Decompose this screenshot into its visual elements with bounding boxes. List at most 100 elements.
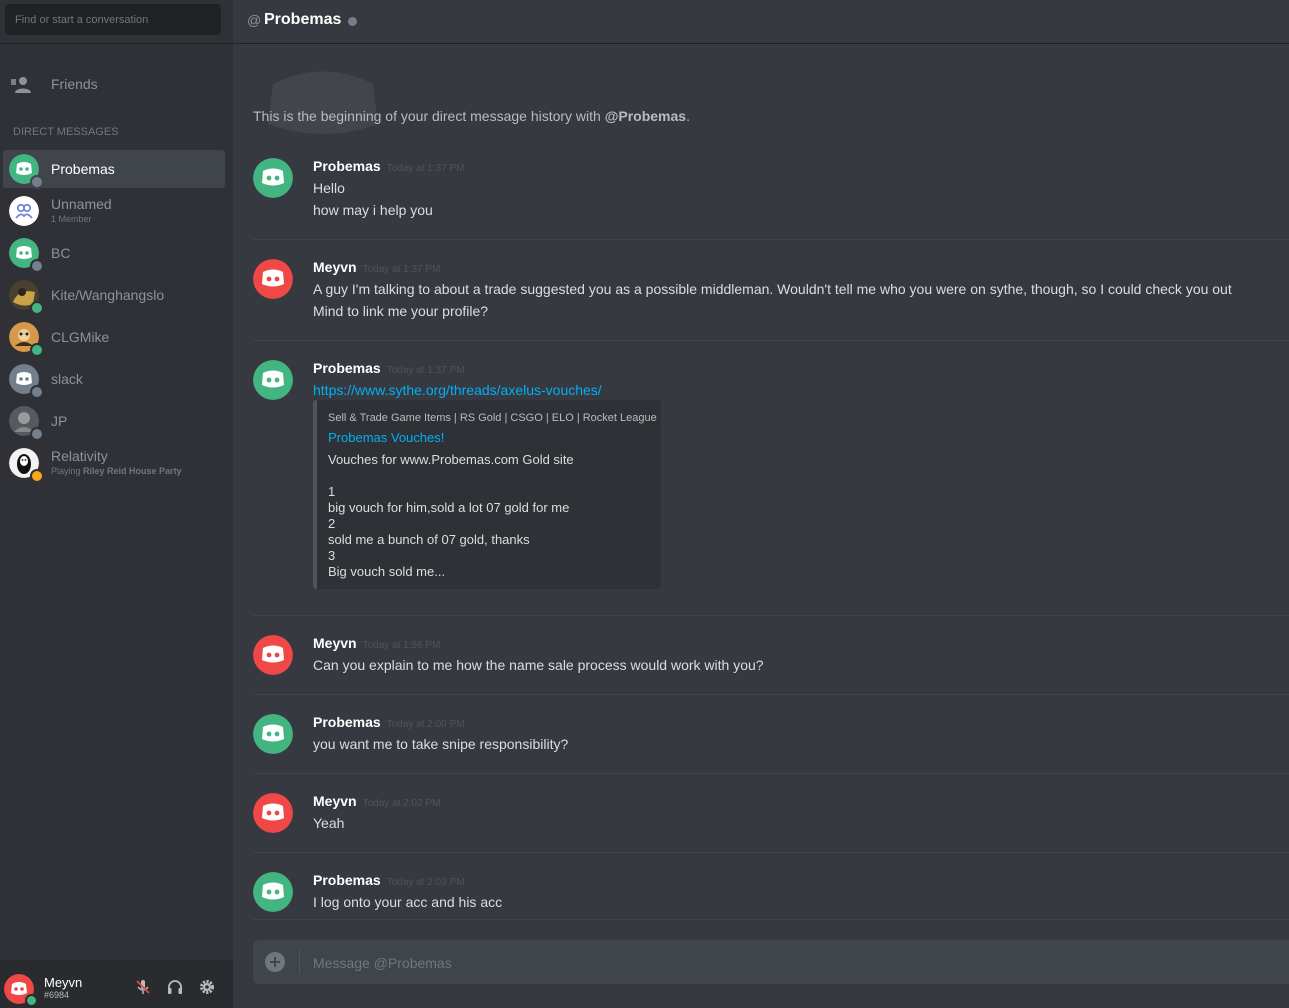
embed-description-line: Vouches for www.Probemas.com Gold site	[328, 452, 574, 467]
friends-nav-item[interactable]: Friends	[0, 66, 233, 104]
embed-description-line: big vouch for him,sold a lot 07 gold for…	[328, 500, 570, 515]
message-author[interactable]: Meyvn Today at 1:56 PM	[313, 635, 440, 651]
message-author[interactable]: Meyvn Today at 1:37 PM	[313, 259, 440, 275]
dm-name: BC	[51, 245, 71, 261]
message-text: Hello	[313, 180, 345, 196]
dm-item-unnamed[interactable]: Unnamed 1 Member	[3, 192, 225, 230]
message-text: Can you explain to me how the name sale …	[313, 657, 764, 673]
status-indicator	[30, 469, 44, 483]
status-indicator	[30, 259, 44, 273]
group-dm-icon	[9, 196, 39, 226]
message-divider	[253, 694, 1289, 695]
search-input[interactable]	[5, 4, 221, 35]
message-divider	[253, 239, 1289, 240]
activity-prefix: Playing	[51, 466, 84, 476]
dm-name: Kite/Wanghangslo	[51, 287, 165, 303]
composer-divider	[253, 919, 1289, 920]
headphones-icon[interactable]	[166, 978, 184, 996]
status-indicator	[30, 427, 44, 441]
username: Meyvn	[44, 975, 83, 990]
author-name[interactable]: Probemas	[313, 360, 381, 376]
message-timestamp: Today at 2:00 PM	[386, 719, 465, 730]
settings-gear-icon[interactable]	[198, 978, 216, 996]
dm-activity: Playing Riley Reid House Party	[51, 466, 182, 476]
message-text: I log onto your acc and his acc	[313, 894, 503, 910]
message-author[interactable]: Probemas Today at 1:37 PM	[313, 360, 465, 376]
message-divider	[253, 615, 1289, 616]
message-author[interactable]: Probemas Today at 1:37 PM	[313, 158, 465, 174]
user-discriminator: #6984	[44, 990, 70, 1000]
message-text: A guy I'm talking to about a trade sugge…	[313, 281, 1232, 297]
author-name[interactable]: Probemas	[313, 872, 381, 888]
mute-microphone-icon[interactable]	[134, 978, 152, 996]
discord-watermark-icon	[268, 71, 378, 134]
author-name[interactable]: Meyvn	[313, 259, 357, 275]
message-text: how may i help you	[313, 202, 433, 218]
embed-description-line: Big vouch sold me...	[328, 564, 446, 579]
dm-item-relativity[interactable]: Relativity Playing Riley Reid House Part…	[3, 444, 225, 483]
dm-name: CLGMike	[51, 329, 110, 345]
message-composer	[253, 940, 1289, 984]
message-author[interactable]: Meyvn Today at 2:02 PM	[313, 793, 440, 809]
dm-name: Probemas	[51, 161, 115, 177]
activity-game: Riley Reid House Party	[83, 466, 182, 476]
dm-item-jp[interactable]: JP	[3, 402, 225, 441]
dm-name: JP	[51, 413, 68, 429]
message-input[interactable]	[311, 948, 1275, 978]
embed-title[interactable]: Probemas Vouches!	[328, 430, 444, 445]
message-timestamp: Today at 1:37 PM	[362, 264, 441, 275]
message-text: Yeah	[313, 815, 345, 831]
search-bar	[0, 0, 233, 44]
status-indicator	[30, 175, 44, 189]
embed-description-line: 1	[328, 484, 336, 499]
channel-title: Probemas	[264, 11, 342, 28]
direct-messages-header: Direct Messages	[13, 126, 119, 138]
discord-avatar-icon[interactable]	[253, 872, 293, 912]
author-name[interactable]: Probemas	[313, 158, 381, 174]
link-embed: Sell & Trade Game Items | RS Gold | CSGO…	[313, 400, 661, 589]
dm-item-probemas[interactable]: Probemas	[3, 150, 225, 189]
upload-plus-icon[interactable]	[265, 952, 285, 972]
discord-avatar-icon[interactable]	[253, 635, 293, 675]
dm-sidebar: Friends Direct Messages Probemas Unnamed…	[0, 0, 233, 1008]
message-author[interactable]: Probemas Today at 2:00 PM	[313, 714, 465, 730]
message-author[interactable]: Probemas Today at 2:03 PM	[313, 872, 465, 888]
message-link[interactable]: https://www.sythe.org/threads/axelus-vou…	[313, 382, 602, 398]
discord-avatar-icon[interactable]	[253, 793, 293, 833]
author-name[interactable]: Meyvn	[313, 635, 357, 651]
dm-name: Unnamed	[51, 196, 112, 212]
message-timestamp: Today at 2:03 PM	[386, 877, 465, 888]
discord-avatar-icon[interactable]	[253, 259, 293, 299]
author-name[interactable]: Meyvn	[313, 793, 357, 809]
message-list[interactable]: This is the beginning of your direct mes…	[233, 44, 1289, 919]
dm-name: Relativity	[51, 448, 108, 464]
embed-description-line: sold me a bunch of 07 gold, thanks	[328, 532, 530, 547]
author-name[interactable]: Probemas	[313, 714, 381, 730]
dm-item-clgmike[interactable]: CLGMike	[3, 318, 225, 357]
friends-label: Friends	[51, 76, 98, 92]
embed-provider[interactable]: Sell & Trade Game Items | RS Gold | CSGO…	[328, 412, 657, 424]
beginning-suffix: .	[686, 108, 690, 124]
embed-description-line: 3	[328, 548, 336, 563]
dm-item-slack[interactable]: slack	[3, 360, 225, 399]
message-divider	[253, 340, 1289, 341]
status-indicator	[30, 301, 44, 315]
status-indicator	[30, 343, 44, 357]
message-timestamp: Today at 2:02 PM	[362, 798, 441, 809]
message-timestamp: Today at 1:56 PM	[362, 640, 441, 651]
dm-item-kite[interactable]: Kite/Wanghangslo	[3, 276, 225, 315]
at-icon: @	[247, 12, 262, 28]
discord-avatar-icon[interactable]	[253, 158, 293, 198]
beginning-mention: @Probemas	[604, 108, 687, 124]
channel-header: @ Probemas	[233, 0, 1289, 44]
discord-avatar-icon[interactable]	[253, 714, 293, 754]
dm-item-bc[interactable]: BC	[3, 234, 225, 273]
message-divider	[253, 773, 1289, 774]
message-divider	[253, 852, 1289, 853]
message-text: you want me to take snipe responsibility…	[313, 736, 569, 752]
message-timestamp: Today at 1:37 PM	[386, 163, 465, 174]
discord-avatar-icon[interactable]	[253, 360, 293, 400]
status-indicator	[30, 385, 44, 399]
history-beginning-text: This is the beginning of your direct mes…	[253, 108, 690, 124]
friends-icon	[11, 77, 31, 93]
